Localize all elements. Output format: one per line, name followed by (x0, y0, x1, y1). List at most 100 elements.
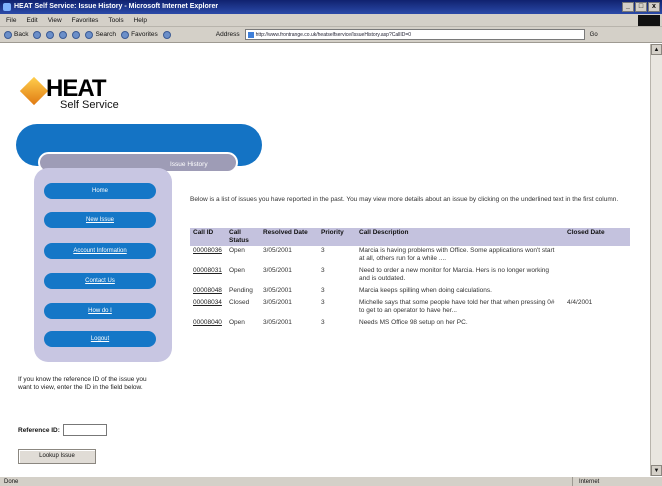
resolved-date: 3/05/2001 (263, 267, 292, 274)
favorites-icon (121, 30, 130, 39)
forward-icon[interactable] (33, 30, 42, 39)
table-row: 00008048 Pending 3/05/2001 3 Marcia keep… (190, 286, 630, 298)
table-row: 00008031 Open 3/05/2001 3 Need to order … (190, 266, 630, 286)
call-id-link[interactable]: 00008034 (190, 298, 226, 318)
closed-date (564, 246, 630, 266)
nav-contact-us-label: Contact Us (85, 278, 115, 284)
resolved-date: 3/05/2001 (263, 299, 292, 306)
back-button[interactable]: Back (4, 30, 29, 39)
table-header-row: Call ID Call Status Resolved Date Priori… (190, 228, 630, 246)
call-id-link[interactable]: 00008040 (190, 318, 226, 330)
call-description: Need to order a new monitor for Marcia. … (359, 267, 550, 282)
menu-favorites[interactable]: Favorites (72, 17, 99, 24)
header-resolved-date: Resolved Date (260, 228, 318, 246)
closed-date (564, 266, 630, 286)
status-text: Done (4, 479, 19, 485)
resolved-date: 3/05/2001 (263, 287, 292, 294)
back-arrow-icon (4, 30, 12, 39)
resolved-date: 3/05/2001 (263, 247, 292, 254)
address-bar[interactable]: http://www.frontrange.co.uk/heatselfserv… (244, 29, 585, 40)
history-icon[interactable] (162, 30, 171, 39)
reference-id-label: Reference ID: (18, 426, 60, 434)
header-priority: Priority (318, 228, 356, 246)
back-label: Back (14, 31, 29, 38)
call-status: Pending (229, 287, 253, 294)
reference-id-row: Reference ID: (18, 424, 107, 436)
go-button[interactable]: Go (590, 32, 598, 38)
call-description: Marcia keeps spilling when doing calcula… (359, 287, 492, 294)
table-row: 00008040 Open 3/05/2001 3 Needs MS Offic… (190, 318, 630, 330)
table-row: 00008034 Closed 3/05/2001 3 Michelle say… (190, 298, 630, 318)
call-description: Marcia is having problems with Office. S… (359, 247, 555, 262)
window-title: HEAT Self Service: Issue History - Micro… (14, 3, 219, 10)
window-title-bar: HEAT Self Service: Issue History - Micro… (0, 0, 662, 14)
call-status: Open (229, 267, 245, 274)
nav-logout-button[interactable]: Logout (44, 331, 156, 347)
nav-logout-label: Logout (90, 336, 110, 342)
closed-date (564, 318, 630, 330)
priority: 3 (321, 267, 325, 274)
closed-date (564, 286, 630, 298)
header-closed-date: Closed Date (564, 228, 630, 246)
vertical-scrollbar[interactable]: ▲ ▼ (650, 44, 662, 476)
search-button[interactable]: Search (85, 30, 116, 39)
diamond-logo-icon (19, 76, 49, 106)
table-row: 00008036 Open 3/05/2001 3 Marcia is havi… (190, 246, 630, 266)
nav-new-issue-label: New Issue (85, 217, 114, 223)
menu-view[interactable]: View (48, 17, 62, 24)
closed-date: 4/4/2001 (567, 299, 593, 306)
browser-toolbar: Back Search Favorites Address http://www… (0, 27, 662, 43)
nav-how-do-i-button[interactable]: How do I (44, 303, 156, 319)
menu-tools[interactable]: Tools (108, 17, 123, 24)
lookup-help-text: If you know the reference ID of the issu… (18, 376, 147, 391)
intro-text: Below is a list of issues you have repor… (190, 196, 619, 203)
menu-edit[interactable]: Edit (26, 17, 37, 24)
maximize-button[interactable]: □ (635, 2, 647, 12)
resolved-date: 3/05/2001 (263, 319, 292, 326)
menu-file[interactable]: File (6, 17, 16, 24)
favorites-label: Favorites (131, 31, 158, 38)
window-controls: _ □ x (622, 2, 660, 12)
refresh-icon[interactable] (59, 30, 68, 39)
header-call-description: Call Description (356, 228, 564, 246)
call-id-link[interactable]: 00008048 (190, 286, 226, 298)
priority: 3 (321, 319, 325, 326)
status-bar: Done Internet (0, 476, 662, 486)
windows-logo-icon (638, 15, 660, 26)
nav-account-information-button[interactable]: Account Information (44, 243, 156, 259)
ie-window-icon (3, 3, 11, 11)
nav-new-issue-button[interactable]: New Issue (44, 212, 156, 228)
favorites-button[interactable]: Favorites (121, 30, 158, 39)
section-tab-label: Issue History (170, 161, 208, 168)
nav-how-do-i-label: How do I (88, 308, 112, 314)
search-icon (85, 30, 94, 39)
reference-id-input[interactable] (62, 424, 107, 436)
call-id-link[interactable]: 00008031 (190, 266, 226, 286)
header-call-status: Call Status (226, 228, 260, 246)
priority: 3 (321, 299, 325, 306)
menu-bar: File Edit View Favorites Tools Help (0, 14, 662, 27)
lookup-issue-button[interactable]: Lookup Issue (18, 449, 96, 464)
call-status: Open (229, 319, 245, 326)
priority: 3 (321, 247, 325, 254)
logo-tagline: Self Service (60, 99, 119, 111)
home-icon[interactable] (72, 30, 81, 39)
nav-home-label: Home (91, 188, 108, 194)
minimize-button[interactable]: _ (622, 2, 634, 12)
nav-home-button[interactable]: Home (44, 183, 156, 199)
header-call-id: Call ID (190, 228, 226, 246)
nav-contact-us-button[interactable]: Contact Us (44, 273, 156, 289)
issue-history-table: Call ID Call Status Resolved Date Priori… (190, 228, 630, 330)
priority: 3 (321, 287, 325, 294)
menu-help[interactable]: Help (134, 17, 147, 24)
nav-account-information-label: Account Information (73, 248, 127, 254)
call-status: Closed (229, 299, 250, 306)
stop-icon[interactable] (46, 30, 55, 39)
call-status: Open (229, 247, 245, 254)
security-zone: Internet (572, 477, 652, 486)
scroll-up-icon[interactable]: ▲ (651, 44, 662, 55)
call-id-link[interactable]: 00008036 (190, 246, 226, 266)
call-description: Needs MS Office 98 setup on her PC. (359, 319, 468, 326)
scroll-down-icon[interactable]: ▼ (651, 465, 662, 476)
close-button[interactable]: x (648, 2, 660, 12)
